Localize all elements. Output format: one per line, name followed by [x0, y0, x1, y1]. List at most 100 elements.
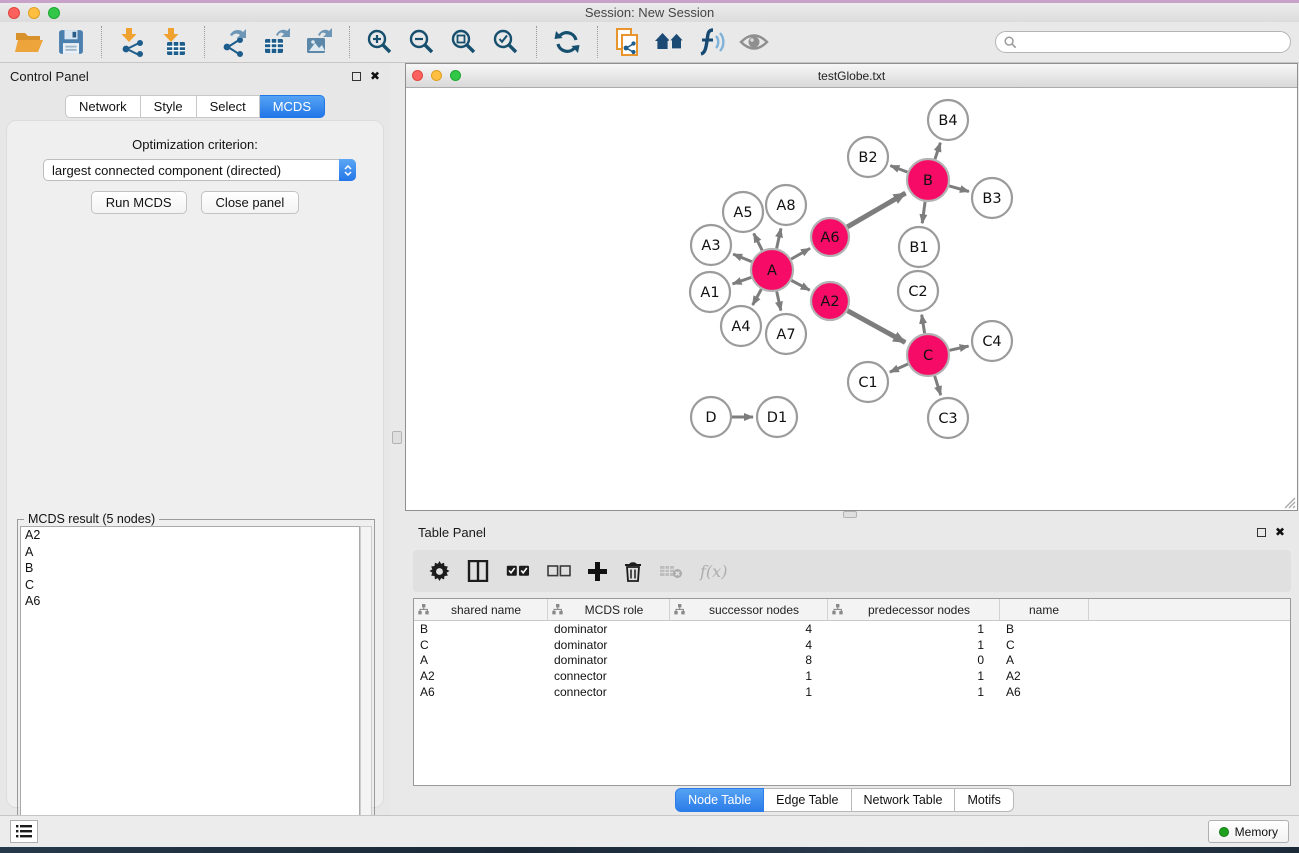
tab-node-table[interactable]: Node Table — [675, 788, 764, 812]
graph-edge-A-A5[interactable] — [754, 233, 762, 250]
graph-edge-B-B2[interactable] — [890, 166, 907, 173]
graph-node-A7[interactable]: A7 — [766, 314, 806, 354]
graph-edge-B-B4[interactable] — [935, 143, 940, 159]
mcds-result-list[interactable]: A2ABCA6 — [20, 526, 360, 848]
task-history-button[interactable] — [10, 820, 38, 843]
graph-edge-C-C4[interactable] — [949, 346, 968, 350]
graph-edge-A-A2[interactable] — [791, 280, 809, 290]
criterion-select[interactable]: largest connected component (directed) — [43, 159, 356, 181]
add-column-icon[interactable] — [588, 562, 607, 581]
graph-edge-A2-C[interactable] — [848, 311, 906, 343]
graph-node-A8[interactable]: A8 — [766, 185, 806, 225]
close-table-panel-icon[interactable]: ✖ — [1275, 526, 1285, 538]
graph-edge-B-B3[interactable] — [949, 186, 969, 192]
save-session-button[interactable] — [54, 25, 88, 59]
table-row-a[interactable]: Adominator80A — [414, 653, 1290, 669]
tab-select[interactable]: Select — [197, 95, 260, 118]
function-builder-button[interactable]: f(x) — [700, 562, 727, 581]
table-row-c[interactable]: Cdominator41C — [414, 637, 1290, 653]
export-image-button[interactable] — [302, 25, 336, 59]
graph-edge-C-C3[interactable] — [935, 376, 941, 395]
zoom-fit-button[interactable] — [447, 25, 481, 59]
network-canvas[interactable]: B4 B2 B B3 A8A5 A6 A3 B1 A A1 C2 A2 A4A7 C4 C C1 C3 D D1 — [406, 88, 1297, 510]
graph-node-C[interactable]: C — [907, 334, 949, 376]
result-item[interactable]: A — [21, 544, 359, 561]
network-window-titlebar[interactable]: testGlobe.txt — [406, 64, 1297, 88]
graph-node-A[interactable]: A — [751, 249, 793, 291]
result-item[interactable]: A2 — [21, 527, 359, 544]
table-settings-gear-icon[interactable] — [429, 561, 450, 582]
run-mcds-button[interactable]: Run MCDS — [91, 191, 187, 214]
float-panel-icon[interactable] — [352, 72, 361, 81]
graph-edge-A-A6[interactable] — [791, 248, 810, 259]
zoom-out-button[interactable] — [405, 25, 439, 59]
graph-node-A5[interactable]: A5 — [723, 192, 763, 232]
show-hide-panels-button[interactable] — [737, 25, 771, 59]
graph-edge-A6-B[interactable] — [847, 193, 905, 227]
graph-node-B[interactable]: B — [907, 159, 949, 201]
column-header-shared-name[interactable]: shared name — [414, 599, 548, 620]
delete-column-trash-icon[interactable] — [624, 561, 642, 582]
result-item[interactable]: B — [21, 560, 359, 577]
close-panel-button[interactable]: Close panel — [201, 191, 300, 214]
graph-edge-A-A3[interactable] — [733, 254, 751, 262]
graph-node-A3[interactable]: A3 — [691, 225, 731, 265]
graph-node-B1[interactable]: B1 — [899, 227, 939, 267]
graph-node-B4[interactable]: B4 — [928, 100, 968, 140]
table-row-a2[interactable]: A2connector11A2 — [414, 668, 1290, 684]
home-button[interactable] — [653, 25, 687, 59]
resize-grip[interactable] — [1282, 495, 1296, 509]
import-network-button[interactable] — [115, 25, 149, 59]
graph-node-C1[interactable]: C1 — [848, 362, 888, 402]
horizontal-splitter-grip[interactable] — [843, 511, 857, 518]
graph-node-A1[interactable]: A1 — [690, 272, 730, 312]
graph-edge-B-B1[interactable] — [922, 202, 925, 223]
graph-edge-C-C2[interactable] — [922, 315, 925, 334]
graph-edge-C-C1[interactable] — [890, 364, 908, 372]
tab-motifs[interactable]: Motifs — [955, 788, 1013, 812]
graph-node-A2[interactable]: A2 — [811, 282, 849, 320]
graph-edge-A-A4[interactable] — [753, 289, 762, 305]
graph-node-A4[interactable]: A4 — [721, 306, 761, 346]
table-row-b[interactable]: Bdominator41B — [414, 621, 1290, 637]
search-input[interactable] — [1022, 35, 1282, 49]
result-item[interactable]: C — [21, 577, 359, 594]
table-row-a6[interactable]: A6connector11A6 — [414, 684, 1290, 700]
close-panel-icon[interactable]: ✖ — [370, 70, 380, 82]
result-item[interactable]: A6 — [21, 593, 359, 610]
column-header-mcds-role[interactable]: MCDS role — [548, 599, 670, 620]
graph-node-D1[interactable]: D1 — [757, 397, 797, 437]
graph-node-B2[interactable]: B2 — [848, 137, 888, 177]
export-network-button[interactable] — [218, 25, 252, 59]
graph-node-C2[interactable]: C2 — [898, 271, 938, 311]
memory-button[interactable]: Memory — [1208, 820, 1289, 843]
delete-table-icon[interactable] — [659, 563, 683, 579]
tab-edge-table[interactable]: Edge Table — [764, 788, 851, 812]
network-graph[interactable]: B4 B2 B B3 A8A5 A6 A3 B1 A A1 C2 A2 A4A7 C4 C C1 C3 D D1 — [406, 88, 1297, 510]
vertical-splitter-grip[interactable] — [392, 431, 402, 444]
main-titlebar[interactable]: Session: New Session — [0, 3, 1299, 22]
tab-network-table[interactable]: Network Table — [852, 788, 956, 812]
tab-mcds[interactable]: MCDS — [260, 95, 325, 118]
zoom-in-button[interactable] — [363, 25, 397, 59]
graph-node-D[interactable]: D — [691, 397, 731, 437]
float-table-panel-icon[interactable] — [1257, 528, 1266, 537]
select-all-icon[interactable] — [506, 565, 530, 577]
open-network-file-button[interactable] — [611, 25, 645, 59]
search-field[interactable] — [995, 31, 1291, 53]
graph-node-C4[interactable]: C4 — [972, 321, 1012, 361]
tab-network[interactable]: Network — [65, 95, 141, 118]
tab-style[interactable]: Style — [141, 95, 197, 118]
column-header-successor-nodes[interactable]: successor nodes — [670, 599, 828, 620]
graph-edge-A-A8[interactable] — [777, 228, 781, 248]
zoom-selected-button[interactable] — [489, 25, 523, 59]
show-columns-icon[interactable] — [467, 560, 489, 582]
export-table-button[interactable] — [260, 25, 294, 59]
hide-graphics-details-button[interactable] — [695, 25, 729, 59]
graph-node-B3[interactable]: B3 — [972, 178, 1012, 218]
graph-node-C3[interactable]: C3 — [928, 398, 968, 438]
graph-node-A6[interactable]: A6 — [811, 218, 849, 256]
column-header-name[interactable]: name — [1000, 599, 1089, 620]
import-table-button[interactable] — [157, 25, 191, 59]
open-session-button[interactable] — [12, 25, 46, 59]
